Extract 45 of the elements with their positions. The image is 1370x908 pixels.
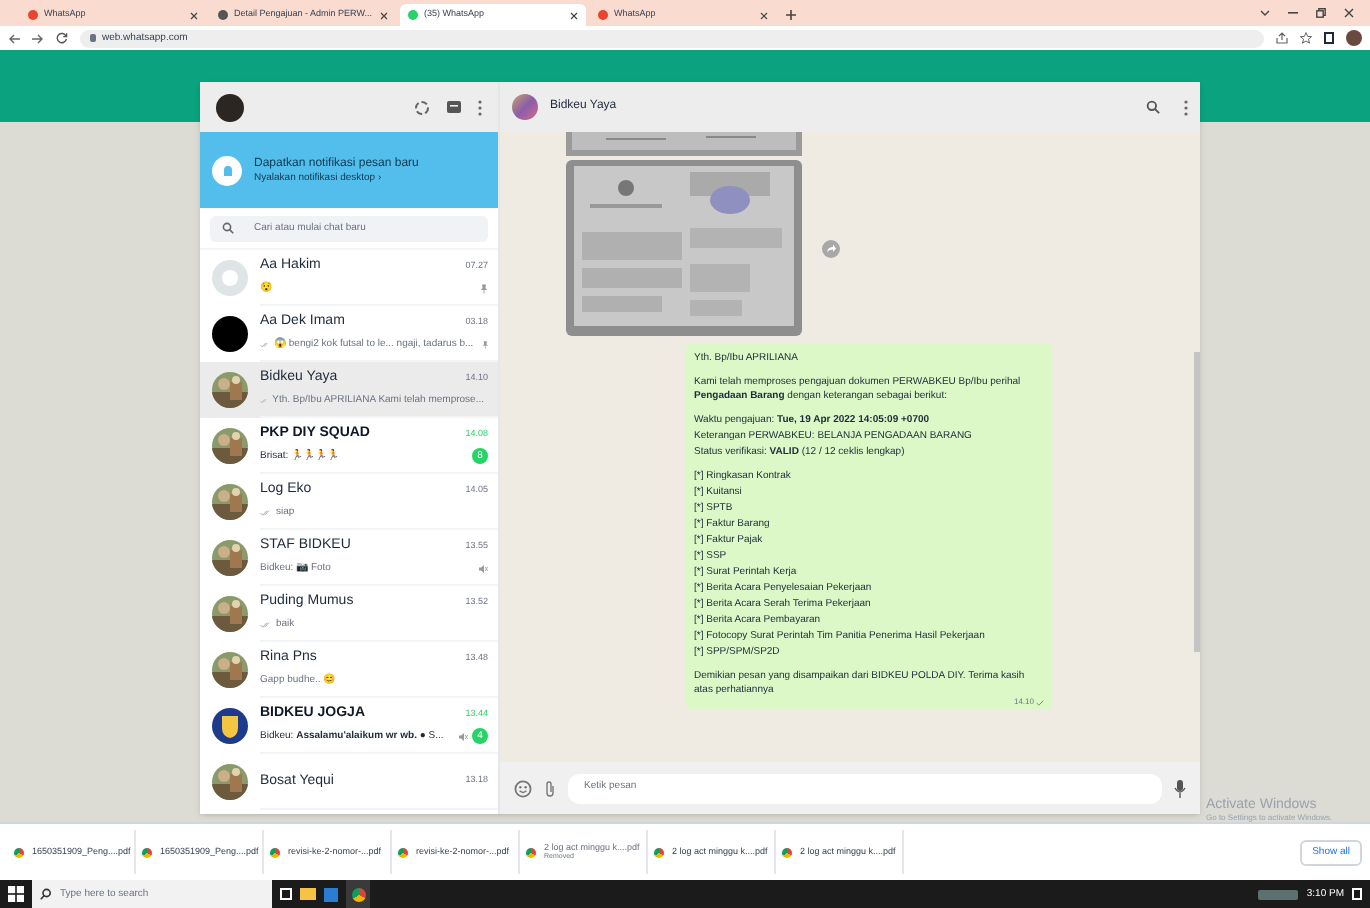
notifications-icon[interactable] [1352, 888, 1362, 900]
status-icon[interactable] [414, 99, 430, 115]
tab-list-icon[interactable] [1260, 10, 1270, 16]
reload-icon[interactable] [56, 32, 68, 44]
emoji-icon[interactable] [514, 779, 532, 797]
close-icon[interactable] [190, 11, 198, 19]
chrome-icon[interactable] [346, 880, 370, 908]
site-icon [28, 10, 38, 20]
paperclip-icon[interactable] [544, 779, 556, 797]
chrome-icon [398, 847, 408, 857]
windows-start-icon[interactable] [8, 886, 24, 902]
close-icon[interactable] [570, 11, 578, 19]
minimize-icon[interactable] [1288, 12, 1298, 14]
store-icon[interactable] [324, 887, 338, 901]
lock-icon [90, 34, 96, 42]
site-icon [408, 10, 418, 20]
star-icon[interactable] [1300, 32, 1312, 44]
site-icon [598, 10, 608, 20]
search-icon[interactable] [1146, 100, 1160, 114]
forward-icon[interactable] [32, 33, 44, 43]
bell-icon [212, 155, 242, 185]
share-icon[interactable] [1276, 32, 1288, 44]
chrome-icon [270, 847, 280, 857]
site-icon [218, 10, 228, 20]
profile-avatar[interactable] [1346, 30, 1362, 46]
back-icon[interactable] [8, 33, 20, 43]
chrome-icon [654, 847, 664, 857]
chrome-icon [14, 847, 24, 857]
chrome-icon [782, 847, 792, 857]
close-icon[interactable] [380, 11, 388, 19]
new-chat-icon[interactable] [446, 99, 462, 115]
microphone-icon[interactable] [1174, 779, 1186, 797]
close-icon[interactable] [760, 11, 768, 19]
sidepanel-icon[interactable] [1324, 32, 1334, 44]
contact-avatar[interactable] [512, 94, 538, 120]
search-icon [222, 222, 234, 234]
task-view-icon[interactable] [280, 888, 292, 900]
profile-avatar[interactable] [216, 93, 244, 121]
restore-icon[interactable] [1316, 8, 1326, 18]
close-icon[interactable] [1344, 8, 1354, 18]
chrome-icon [526, 847, 536, 857]
search-icon [40, 888, 52, 900]
sent-tick-icon [1036, 699, 1044, 705]
new-tab-icon[interactable] [786, 10, 796, 20]
chrome-icon [142, 847, 152, 857]
